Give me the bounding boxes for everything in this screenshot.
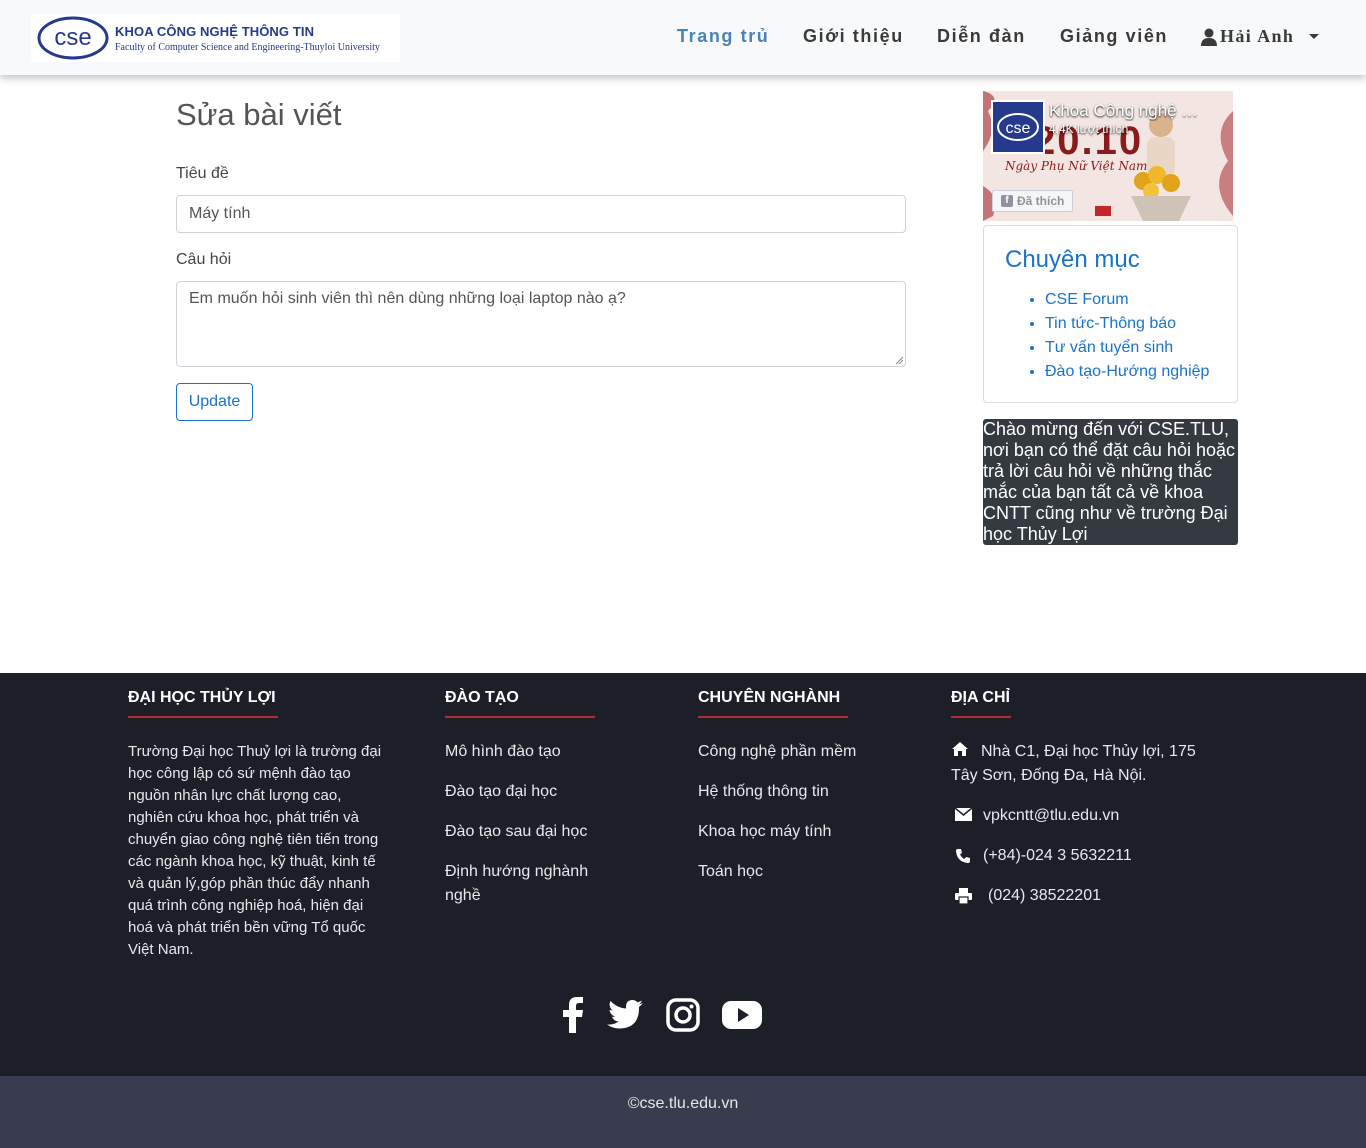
twitter-icon[interactable] <box>606 999 644 1031</box>
footer-divider <box>128 716 278 718</box>
footer-link-postgrad[interactable]: Đào tạo sau đại học <box>445 820 587 844</box>
home-icon <box>952 742 968 756</box>
category-link-admissions[interactable]: Tư vấn tuyển sinh <box>1045 339 1173 356</box>
fb-like-label: Đã thích <box>1017 194 1065 208</box>
categories-list: CSE Forum Tin tức-Thông báo Tư vấn tuyển… <box>1045 288 1209 384</box>
categories-title: Chuyên mục <box>1005 246 1140 273</box>
category-link-cse-forum[interactable]: CSE Forum <box>1045 291 1129 308</box>
facebook-icon: f <box>1001 195 1013 207</box>
svg-text:cse: cse <box>1006 120 1031 137</box>
resize-handle-icon[interactable] <box>894 355 904 365</box>
footer: ĐẠI HỌC THỦY LỢI Trường Đại học Thuỷ lợi… <box>0 673 1366 1076</box>
copyright-bar: ©cse.tlu.edu.vn <box>0 1076 1366 1148</box>
footer-link-infosys[interactable]: Hệ thống thông tin <box>698 780 829 804</box>
footer-link-math[interactable]: Toán học <box>698 860 763 884</box>
email-text[interactable]: vpkcntt@tlu.edu.vn <box>983 804 1119 828</box>
welcome-box: Chào mừng đến với CSE.TLU, nơi bạn có th… <box>983 419 1238 545</box>
envelope-icon <box>951 804 975 821</box>
chevron-down-icon <box>1309 34 1320 39</box>
nav-item-lecturers[interactable]: Giảng viên <box>1060 26 1168 47</box>
footer-link-software[interactable]: Công nghệ phần mềm <box>698 740 856 764</box>
footer-phone: (+84)-024 3 5632211 <box>951 844 1132 868</box>
address-text: Nhà C1, Đại học Thủy lợi, 175 Tây Sơn, Đ… <box>951 743 1196 784</box>
update-button[interactable]: Update <box>176 383 253 421</box>
question-textarea[interactable]: Em muốn hỏi sinh viên thì nên dùng những… <box>176 281 906 367</box>
footer-about-title: ĐẠI HỌC THỦY LỢI <box>128 689 276 706</box>
footer-training-title: ĐÀO TẠO <box>445 689 519 706</box>
flowers-image <box>1131 113 1191 221</box>
user-icon <box>1201 28 1217 46</box>
footer-divider <box>698 716 848 718</box>
footer-contact-title: ĐỊA CHỈ <box>951 689 1010 706</box>
footer-link-career[interactable]: Định hướng nghành nghề <box>445 860 605 908</box>
footer-link-undergrad[interactable]: Đào tạo đại học <box>445 780 557 804</box>
copyright-text: ©cse.tlu.edu.vn <box>627 1095 739 1112</box>
footer-divider <box>445 716 595 718</box>
footer-fax: (024) 38522201 <box>951 884 1101 908</box>
question-label: Câu hỏi <box>176 251 232 268</box>
youtube-icon[interactable] <box>722 1000 762 1030</box>
footer-majors-title: CHUYÊN NGHÀNH <box>698 689 841 706</box>
footer-about-text: Trường Đại học Thuỷ lợi là trường đại họ… <box>128 743 382 958</box>
title-input[interactable] <box>176 195 906 233</box>
category-link-training[interactable]: Đào tạo-Hướng nghiệp <box>1045 363 1209 380</box>
printer-icon <box>951 884 975 904</box>
fax-text: (024) 38522201 <box>988 887 1101 904</box>
footer-link-cs[interactable]: Khoa học máy tính <box>698 820 831 844</box>
fb-page-name[interactable]: Khoa Công nghệ Thông tin <box>1049 101 1199 121</box>
footer-divider <box>951 716 1011 718</box>
title-label: Tiêu đề <box>176 165 229 182</box>
question-field-wrapper: Em muốn hỏi sinh viên thì nên dùng những… <box>176 281 906 367</box>
list-item: Tin tức-Thông báo <box>1045 312 1209 336</box>
categories-card: Chuyên mục CSE Forum Tin tức-Thông báo T… <box>983 225 1238 403</box>
nav-item-forum[interactable]: Diễn đàn <box>937 26 1026 47</box>
cse-logo-icon: cse <box>993 102 1043 152</box>
phone-text[interactable]: (+84)-024 3 5632211 <box>983 844 1132 868</box>
facebook-icon[interactable] <box>562 997 584 1033</box>
category-link-news[interactable]: Tin tức-Thông báo <box>1045 315 1176 332</box>
fb-like-button[interactable]: f Đã thích <box>992 190 1074 212</box>
nav-item-home[interactable]: Trang trủ <box>677 26 769 47</box>
social-links <box>560 995 764 1035</box>
instagram-icon[interactable] <box>666 998 700 1032</box>
facebook-page-widget[interactable]: 20.10 Ngày Phụ Nữ Việt Nam cse Khoa Công… <box>983 91 1233 221</box>
user-menu-toggle[interactable]: Hải Anh <box>1201 26 1320 47</box>
footer-email: vpkcntt@tlu.edu.vn <box>951 804 1119 828</box>
navbar: cse KHOA CÔNG NGHỆ THÔNG TIN Faculty of … <box>0 0 1366 75</box>
fb-page-avatar[interactable]: cse <box>991 100 1045 154</box>
list-item: Tư vấn tuyển sinh <box>1045 336 1209 360</box>
phone-icon <box>951 844 975 864</box>
page-title: Sửa bài viết <box>176 97 342 132</box>
user-name: Hải Anh <box>1220 26 1295 46</box>
nav-item-about[interactable]: Giới thiệu <box>803 26 904 47</box>
main-nav: Trang trủ Giới thiệu Diễn đàn Giảng viên… <box>0 26 1366 50</box>
list-item: Đào tạo-Hướng nghiệp <box>1045 360 1209 384</box>
fb-like-count: 4,4K lượt thích <box>1049 122 1129 136</box>
footer-address: Nhà C1, Đại học Thủy lợi, 175 Tây Sơn, Đ… <box>951 740 1211 788</box>
list-item: CSE Forum <box>1045 288 1209 312</box>
footer-link-training-model[interactable]: Mô hình đào tạo <box>445 740 561 764</box>
